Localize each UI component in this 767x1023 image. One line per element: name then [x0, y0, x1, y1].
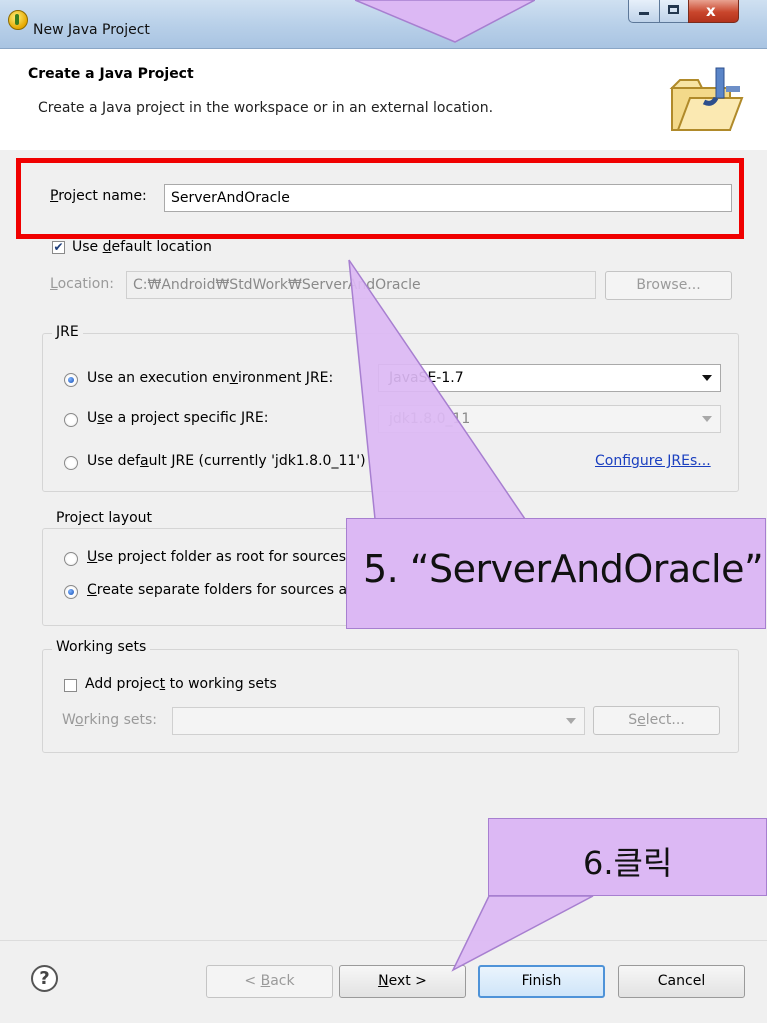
layout-root-folder-radio[interactable] — [64, 552, 78, 566]
callout-step6-text: 6.클릭 — [583, 844, 673, 882]
new-java-project-app-icon — [8, 10, 28, 30]
tutorial-arrow-top — [355, 0, 535, 43]
callout-pointer-step6 — [451, 896, 594, 972]
working-sets-label: Working sets: — [62, 712, 157, 728]
wizard-description: Create a Java project in the workspace o… — [38, 100, 494, 116]
add-to-working-sets-checkbox[interactable] — [64, 679, 77, 692]
jre-project-specific-label: Use a project specific JRE: — [87, 410, 269, 426]
callout-step6: 6.클릭 — [488, 818, 767, 896]
chevron-down-icon — [702, 375, 712, 381]
working-sets-group — [42, 649, 739, 753]
cancel-button[interactable]: Cancel — [618, 965, 745, 998]
browse-button[interactable]: Browse... — [605, 271, 732, 300]
jre-group-title: JRE — [52, 324, 83, 340]
select-working-sets-button[interactable]: Select... — [593, 706, 720, 735]
minimize-icon — [639, 12, 649, 15]
help-icon[interactable]: ? — [31, 965, 58, 992]
window-title: New Java Project — [33, 22, 150, 38]
callout-pointer-step5 — [348, 259, 527, 520]
use-default-location-label: Use default location — [72, 239, 212, 255]
back-button[interactable]: < Back — [206, 965, 333, 998]
close-icon: x — [706, 2, 716, 20]
jre-execution-environment-radio[interactable] — [64, 373, 78, 387]
configure-jres-link[interactable]: Configure JREs... — [595, 453, 711, 469]
working-sets-group-title: Working sets — [52, 639, 151, 655]
use-default-location-checkbox[interactable]: ✔ — [52, 241, 65, 254]
layout-separate-folders-radio[interactable] — [64, 585, 78, 599]
add-to-working-sets-label: Add project to working sets — [85, 676, 277, 692]
jre-default-radio[interactable] — [64, 456, 78, 470]
callout-step5: 5. “ServerAndOracle” — [346, 518, 766, 629]
callout-step5-text: 5. “ServerAndOracle” — [363, 547, 764, 591]
jre-execution-environment-label: Use an execution environment JRE: — [87, 370, 334, 386]
location-label: Location: — [50, 276, 114, 292]
jre-default-label: Use default JRE (currently 'jdk1.8.0_11'… — [87, 453, 366, 469]
jre-project-specific-radio[interactable] — [64, 413, 78, 427]
chevron-down-icon — [702, 416, 712, 422]
project-name-highlight — [16, 158, 744, 239]
maximize-icon — [668, 5, 679, 14]
minimize-button[interactable] — [628, 0, 660, 23]
project-layout-group-title: Project layout — [52, 510, 157, 526]
footer-separator — [0, 940, 767, 941]
working-sets-select[interactable] — [172, 707, 585, 735]
wizard-title: Create a Java Project — [28, 66, 194, 82]
close-button[interactable]: x — [688, 0, 739, 23]
java-project-wizard-icon — [669, 67, 744, 131]
maximize-button[interactable] — [659, 0, 689, 23]
chevron-down-icon — [566, 718, 576, 724]
